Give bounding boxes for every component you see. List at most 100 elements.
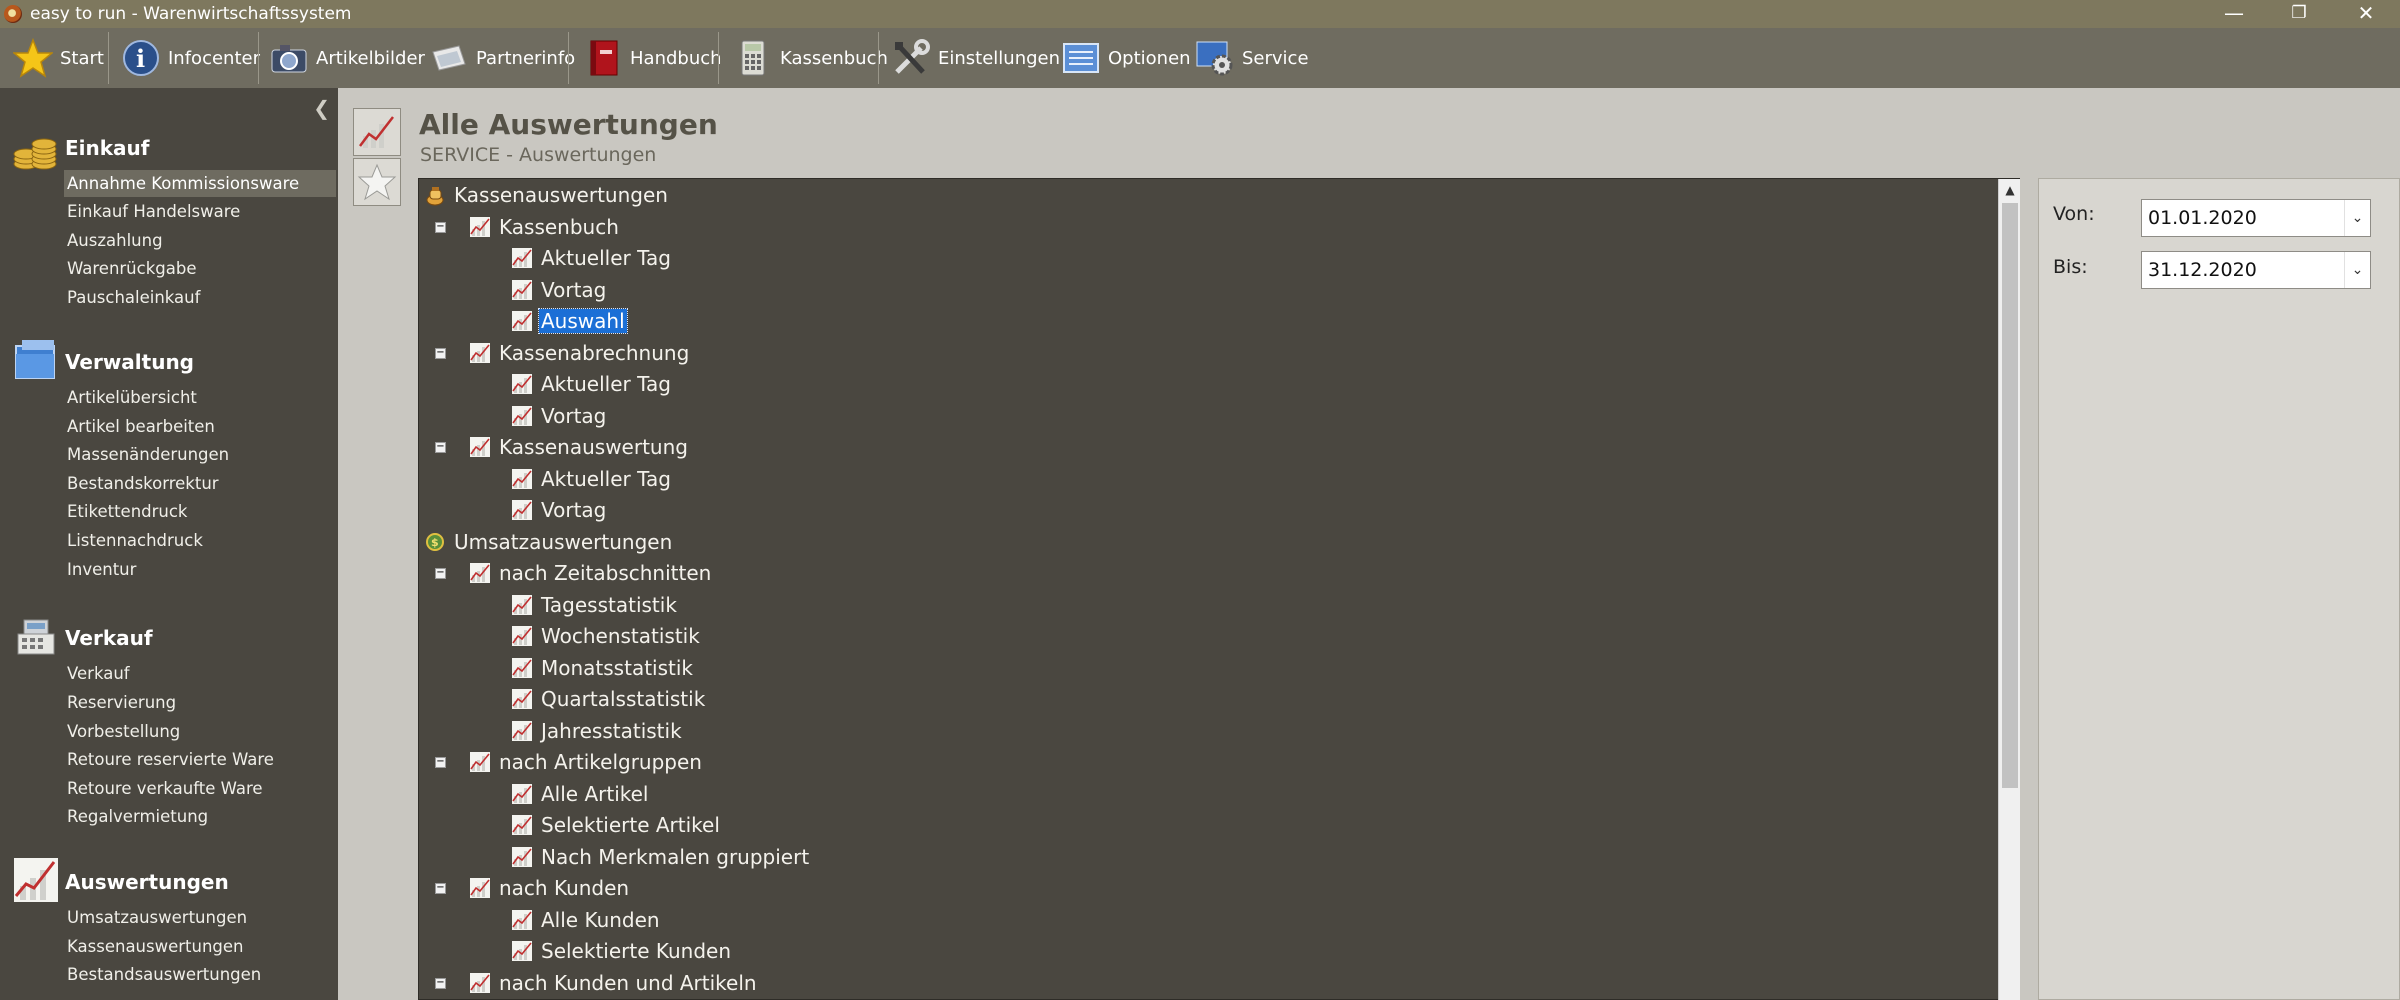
tree-node-aktueller-tag[interactable]: Aktueller Tag [511,369,673,399]
collapse-node-icon[interactable]: − [435,568,446,579]
tree-node-label: Aktueller Tag [541,467,671,491]
report-tree[interactable]: Kassenauswertungen − Kassenbuch Aktueller T… [418,178,2020,1000]
sidebar-item-vorbestellung[interactable]: Vorbestellung [64,718,336,745]
collapse-node-icon[interactable]: − [435,348,446,359]
sidebar-item-einkauf-handelsware[interactable]: Einkauf Handelsware [64,198,336,225]
sidebar-item-retoure-reservierte-ware[interactable]: Retoure reservierte Ware [64,746,336,773]
sidebar-item-annahme-kommissionsware[interactable]: Annahme Kommissionsware [64,170,336,197]
tree-node-umsatzauswertungen[interactable]: $ Umsatzauswertungen [424,527,674,557]
tree-node-wochenstatistik[interactable]: Wochenstatistik [511,621,702,651]
minimize-button[interactable]: — [2203,0,2265,28]
sidebar-item-artikeluebersicht[interactable]: Artikelübersicht [64,384,336,411]
tree-node-nach-kunden[interactable]: − nach Kunden [435,873,631,903]
sidebar-item-regalvermietung[interactable]: Regalvermietung [64,803,336,830]
tree-node-quartalsstatistik[interactable]: Quartalsstatistik [511,684,707,714]
close-button[interactable]: ✕ [2335,0,2397,28]
collapse-node-icon[interactable]: − [435,883,446,894]
bis-date-select[interactable]: 31.12.2020 ⌄ [2141,251,2371,289]
toolbar-einstellungen-button[interactable]: Einstellungen [890,34,1060,82]
toolbar-artikelbilder-button[interactable]: Artikelbilder [268,34,425,82]
tree-scrollbar[interactable]: ▲ [1998,179,2020,1000]
sidebar-item-verkauf[interactable]: Verkauf [64,660,336,687]
sidebar-item-umsatzauswertungen[interactable]: Umsatzauswertungen [64,904,336,931]
tree-node-vortag[interactable]: Vortag [511,275,608,305]
tree-node-nach-kunden-und-artikeln[interactable]: − nach Kunden und Artikeln [435,968,759,998]
tree-node-label: nach Artikelgruppen [499,750,702,774]
sidebar-item-inventur[interactable]: Inventur [64,556,336,583]
sidebar-group-verkauf[interactable]: Verkauf [65,626,153,650]
von-date-select[interactable]: 01.01.2020 ⌄ [2141,199,2371,237]
collapse-node-icon[interactable]: − [435,757,446,768]
tree-node-vortag[interactable]: Vortag [511,401,608,431]
scroll-thumb[interactable] [2002,203,2018,788]
tree-node-kassenauswertung[interactable]: − Kassenauswertung [435,432,690,462]
favorite-star-icon[interactable] [353,158,401,206]
sidebar-item-bestandsauswertungen[interactable]: Bestandsauswertungen [64,961,336,988]
toolbar-start-button[interactable]: Start [12,34,104,82]
sidebar-item-listennachdruck[interactable]: Listennachdruck [64,527,336,554]
sidebar-item-bestandskorrektur[interactable]: Bestandskorrektur [64,470,336,497]
tree-node-label: Selektierte Artikel [541,813,720,837]
tree-node-nach-merkmalen-gruppiert[interactable]: Nach Merkmalen gruppiert [511,842,811,872]
tree-node-alle-kunden[interactable]: Alle Kunden [511,905,662,935]
toolbar-partnerinfo-button[interactable]: Partnerinfo [428,34,575,82]
tree-node-kassenabrechnung[interactable]: − Kassenabrechnung [435,338,691,368]
tree-node-selektierte-kunden[interactable]: Selektierte Kunden [511,936,733,966]
tree-node-nach-zeitabschnitten[interactable]: − nach Zeitabschnitten [435,558,713,588]
restore-button[interactable]: ❐ [2268,0,2330,28]
toolbar-handbuch-button[interactable]: Handbuch [582,34,722,82]
svg-text:i: i [136,44,145,73]
toolbar-optionen-button[interactable]: Optionen [1060,34,1191,82]
tree-node-selektierte-artikel[interactable]: Selektierte Artikel [511,810,722,840]
sidebar-item-warenrueckgabe[interactable]: Warenrückgabe [64,255,336,282]
tree-node-label: Selektierte Kunden [541,939,732,963]
tree-node-kassenbuch[interactable]: − Kassenbuch [435,212,621,242]
report-chart-icon [469,562,491,584]
report-chart-icon [469,877,491,899]
sidebar-item-auszahlung[interactable]: Auszahlung [64,227,336,254]
tree-node-aktueller-tag[interactable]: Aktueller Tag [511,464,673,494]
bis-label: Bis: [2053,256,2088,278]
tree-node-jahresstatistik[interactable]: Jahresstatistik [511,716,684,746]
sidebar-item-retoure-verkaufte-ware[interactable]: Retoure verkaufte Ware [64,775,336,802]
sidebar-item-etikettendruck[interactable]: Etikettendruck [64,498,336,525]
tree-node-monatsstatistik[interactable]: Monatsstatistik [511,653,695,683]
toolbar-kassenbuch-button[interactable]: Kassenbuch [732,34,888,82]
sidebar-item-artikel-bearbeiten[interactable]: Artikel bearbeiten [64,413,336,440]
toolbar-separator [108,32,109,84]
tree-node-alle-artikel[interactable]: Alle Artikel [511,779,651,809]
sidebar-group-verwaltung[interactable]: Verwaltung [65,350,194,374]
toolbar-service-button[interactable]: Service [1194,34,1309,82]
sidebar-group-auswertungen[interactable]: Auswertungen [65,870,229,894]
scroll-up-arrow-icon[interactable]: ▲ [1999,179,2021,201]
sidebar-group-einkauf[interactable]: Einkauf [65,136,150,160]
tree-node-aktueller-tag[interactable]: Aktueller Tag [511,243,673,273]
tree-node-nach-artikelgruppen[interactable]: − nach Artikelgruppen [435,747,704,777]
collapse-node-icon[interactable]: − [435,222,446,233]
report-chart-icon [469,751,491,773]
tree-node-tagesstatistik[interactable]: Tagesstatistik [511,590,679,620]
collapse-sidebar-icon[interactable]: ❮ [313,96,330,120]
chevron-down-icon[interactable]: ⌄ [2344,252,2370,288]
sidebar-item-massenaenderungen[interactable]: Massenänderungen [64,441,336,468]
tools-icon [890,37,932,79]
toolbar-separator [568,32,569,84]
tree-node-label: Alle Artikel [541,782,649,806]
tree-node-auswahl[interactable]: Auswahl [511,306,628,336]
coins-icon [12,126,60,174]
service-gear-icon [1194,37,1236,79]
chevron-down-icon[interactable]: ⌄ [2344,200,2370,236]
sidebar-item-reservierung[interactable]: Reservierung [64,689,336,716]
sidebar-item-pauschaleinkauf[interactable]: Pauschaleinkauf [64,284,336,311]
report-chart-icon [469,972,491,994]
toolbar-infocenter-button[interactable]: i Infocenter [120,34,260,82]
tree-node-kassenauswertungen[interactable]: Kassenauswertungen [424,180,670,210]
bis-date-value: 31.12.2020 [2148,259,2257,281]
tree-node-vortag[interactable]: Vortag [511,495,608,525]
collapse-node-icon[interactable]: − [435,442,446,453]
collapse-node-icon[interactable]: − [435,978,446,989]
sidebar-item-kassenauswertungen[interactable]: Kassenauswertungen [64,933,336,960]
report-chart-icon [511,468,533,490]
app-logo-icon [4,5,22,23]
tree-node-label: nach Kunden und Artikeln [499,971,757,995]
